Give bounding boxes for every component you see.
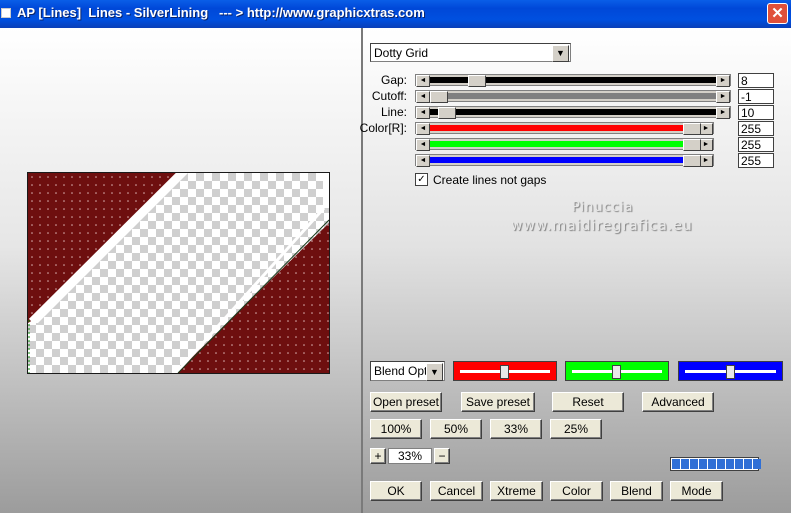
close-button[interactable]: ✕ bbox=[767, 3, 788, 24]
chevron-down-icon[interactable]: ▼ bbox=[426, 363, 443, 381]
progress-cell bbox=[735, 459, 743, 469]
slider-fill bbox=[430, 141, 699, 147]
slider-fill bbox=[430, 157, 699, 163]
arrow-right-icon[interactable]: ► bbox=[716, 107, 730, 119]
slider-value-field[interactable]: 255 bbox=[738, 121, 774, 136]
slider-fill bbox=[430, 109, 716, 115]
arrow-left-icon[interactable]: ◄ bbox=[416, 107, 430, 119]
blend-options-dropdown[interactable]: Blend Optic ▼ bbox=[370, 361, 445, 381]
progress-cell bbox=[672, 459, 680, 469]
slider-fill bbox=[430, 93, 716, 99]
slider-label: Gap: bbox=[380, 73, 407, 87]
slider-thumb[interactable] bbox=[683, 139, 701, 151]
slider-fill bbox=[430, 125, 699, 131]
zoom-50-button[interactable]: 50% bbox=[430, 419, 482, 439]
arrow-left-icon[interactable]: ◄ bbox=[416, 75, 430, 87]
slider-track[interactable]: ◄ ► bbox=[415, 74, 731, 87]
arrow-right-icon[interactable]: ► bbox=[699, 139, 713, 151]
app-icon bbox=[1, 8, 11, 18]
arrow-right-icon[interactable]: ► bbox=[699, 155, 713, 167]
slider-thumb[interactable] bbox=[468, 75, 486, 87]
red-color-picker[interactable] bbox=[453, 361, 557, 381]
picker-thumb[interactable] bbox=[500, 365, 509, 379]
checkmark-icon: ✓ bbox=[417, 174, 426, 185]
slider-thumb[interactable] bbox=[430, 91, 448, 103]
arrow-left-icon[interactable]: ◄ bbox=[416, 155, 430, 167]
color-button[interactable]: Color bbox=[550, 481, 603, 501]
xtreme-button[interactable]: Xtreme bbox=[490, 481, 543, 501]
watermark-url: www.maidiregrafica.eu bbox=[511, 218, 693, 234]
preset-dropdown[interactable]: Dotty Grid ▼ bbox=[370, 43, 571, 62]
arrow-right-icon[interactable]: ► bbox=[716, 75, 730, 87]
create-lines-checkbox[interactable]: ✓ bbox=[415, 173, 428, 186]
slider-track[interactable]: ◄ ► bbox=[415, 122, 714, 135]
slider-value-field[interactable]: 255 bbox=[738, 137, 774, 152]
mode-button[interactable]: Mode bbox=[670, 481, 723, 501]
progress-cell bbox=[699, 459, 707, 469]
arrow-right-icon[interactable]: ► bbox=[716, 91, 730, 103]
arrow-right-icon[interactable]: ► bbox=[699, 123, 713, 135]
zoom-25-button[interactable]: 25% bbox=[550, 419, 602, 439]
progress-cell bbox=[744, 459, 752, 469]
zoom-out-button[interactable]: − bbox=[434, 448, 450, 464]
window-title: AP [Lines] Lines - SilverLining --- > ht… bbox=[17, 5, 425, 20]
slider-track[interactable]: ◄ ► bbox=[415, 90, 731, 103]
zoom-in-button[interactable]: + bbox=[370, 448, 386, 464]
zoom-33-button[interactable]: 33% bbox=[490, 419, 542, 439]
arrow-left-icon[interactable]: ◄ bbox=[416, 91, 430, 103]
preset-dropdown-value: Dotty Grid bbox=[374, 46, 429, 60]
slider-track[interactable]: ◄ ► bbox=[415, 106, 731, 119]
slider-value-field[interactable]: 10 bbox=[738, 105, 774, 120]
slider-label: Cutoff: bbox=[371, 89, 407, 103]
progress-cell bbox=[726, 459, 734, 469]
progress-cell bbox=[717, 459, 725, 469]
chevron-down-icon[interactable]: ▼ bbox=[552, 45, 569, 62]
zoom-100-button[interactable]: 100% bbox=[370, 419, 422, 439]
blend-button[interactable]: Blend bbox=[610, 481, 663, 501]
slider-value-field[interactable]: -1 bbox=[738, 89, 774, 104]
slider-track[interactable]: ◄ ► bbox=[415, 138, 714, 151]
zoom-level-field[interactable]: 33% bbox=[388, 448, 432, 464]
progress-cell bbox=[753, 459, 761, 469]
slider-thumb[interactable] bbox=[438, 107, 456, 119]
slider-label: Color[R]: bbox=[359, 121, 407, 135]
arrow-left-icon[interactable]: ◄ bbox=[416, 139, 430, 151]
slider-thumb[interactable] bbox=[683, 155, 701, 167]
save-preset-button[interactable]: Save preset bbox=[461, 392, 535, 412]
blue-color-picker[interactable] bbox=[678, 361, 783, 381]
reset-button[interactable]: Reset bbox=[552, 392, 624, 412]
slider-value-field[interactable]: 255 bbox=[738, 153, 774, 168]
preview-image[interactable] bbox=[27, 172, 330, 374]
watermark-name: Pinuccia bbox=[572, 200, 634, 215]
blend-options-value: Blend Optic bbox=[374, 364, 426, 378]
slider-value-field[interactable]: 8 bbox=[738, 73, 774, 88]
preview-artwork bbox=[28, 173, 329, 373]
slider-thumb[interactable] bbox=[683, 123, 701, 135]
cancel-button[interactable]: Cancel bbox=[430, 481, 483, 501]
progress-bar bbox=[670, 457, 761, 471]
green-color-picker[interactable] bbox=[565, 361, 669, 381]
slider-label: Line: bbox=[380, 105, 407, 119]
progress-cell bbox=[690, 459, 698, 469]
progress-cell bbox=[708, 459, 716, 469]
ok-button[interactable]: OK bbox=[370, 481, 422, 501]
picker-thumb[interactable] bbox=[726, 365, 735, 379]
progress-cell bbox=[681, 459, 689, 469]
open-preset-button[interactable]: Open preset bbox=[370, 392, 442, 412]
create-lines-label: Create lines not gaps bbox=[433, 173, 547, 187]
arrow-left-icon[interactable]: ◄ bbox=[416, 123, 430, 135]
picker-thumb[interactable] bbox=[612, 365, 621, 379]
slider-track[interactable]: ◄ ► bbox=[415, 154, 714, 167]
advanced-button[interactable]: Advanced bbox=[642, 392, 714, 412]
